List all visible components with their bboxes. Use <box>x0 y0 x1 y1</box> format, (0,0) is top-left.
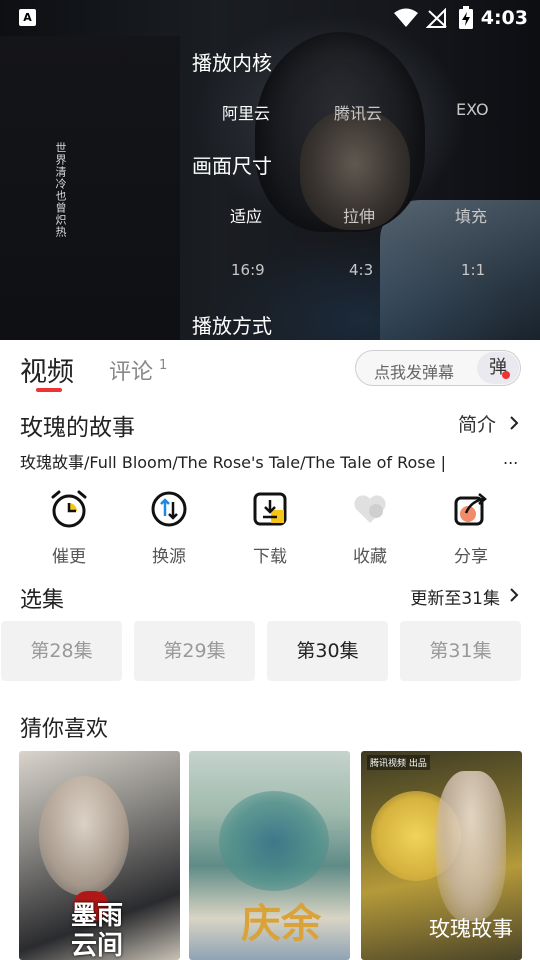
show-alias: 玫瑰故事/Full Bloom/The Rose's Tale/The Tale… <box>20 453 446 472</box>
kernel-section-title: 播放内核 <box>192 51 272 75</box>
tab-video[interactable]: 视频 <box>20 350 74 389</box>
tab-active-indicator <box>36 388 62 392</box>
comment-count: 1 <box>159 358 168 373</box>
action-label: 分享 <box>454 547 488 567</box>
poster-figure-shape <box>39 776 129 896</box>
episode-item[interactable]: 第31集 <box>400 621 521 681</box>
intro-label: 简介 <box>457 414 496 436</box>
app-notification-icon: A <box>19 9 36 26</box>
video-vertical-caption: 世界清冷也曾炽热 <box>54 142 67 238</box>
ratio-option-16-9[interactable]: 16:9 <box>231 261 265 279</box>
poster-figure-shape <box>219 791 329 891</box>
download-button[interactable]: 下载 <box>230 485 310 567</box>
poster-title: 庆余年 <box>241 901 321 960</box>
poster-card[interactable]: 腾讯视频 出品 玫瑰故事 <box>361 751 522 960</box>
status-time: 4:03 <box>480 7 528 29</box>
ratio-option-4-3[interactable]: 4:3 <box>349 261 373 279</box>
size-option-fill[interactable]: 填充 <box>455 203 487 227</box>
episode-item[interactable]: 第29集 <box>134 621 255 681</box>
poster-badge: 腾讯视频 出品 <box>367 755 430 770</box>
danmu-check-icon <box>502 371 510 379</box>
action-label: 收藏 <box>353 547 387 567</box>
action-label: 换源 <box>152 547 186 567</box>
intro-link[interactable]: 简介 <box>458 410 520 437</box>
play-mode-section-title: 播放方式 <box>192 314 272 338</box>
video-left-panel: 世界清冷也曾炽热 <box>0 36 180 340</box>
video-player[interactable]: 世界清冷也曾炽热 A 4:03 播放内核 阿里云 腾讯云 EXO 画面尺寸 适应… <box>0 0 540 340</box>
battery-charging-icon <box>459 6 473 29</box>
show-title: 玫瑰的故事 <box>20 415 135 441</box>
remind-update-button[interactable]: 催更 <box>29 485 109 567</box>
heart-icon <box>350 489 390 529</box>
action-label: 催更 <box>52 547 86 567</box>
danmu-placeholder: 点我发弹幕 <box>374 363 455 382</box>
episode-item-current[interactable]: 第30集 <box>267 621 388 681</box>
episodes-title: 选集 <box>20 588 65 613</box>
size-option-stretch[interactable]: 拉伸 <box>343 203 375 227</box>
switch-source-button[interactable]: 换源 <box>129 485 209 567</box>
size-section-title: 画面尺寸 <box>192 154 272 178</box>
danmu-toggle-button[interactable]: 弹 <box>477 352 519 384</box>
tabs-row: 视频 评论 1 点我发弹幕 弹 <box>0 340 540 396</box>
alarm-clock-icon <box>49 489 89 529</box>
size-option-fit[interactable]: 适应 <box>230 203 262 227</box>
chevron-right-icon <box>510 416 519 430</box>
episodes-update-link[interactable]: 更新至31集 <box>410 584 500 609</box>
wifi-icon <box>394 8 418 27</box>
no-signal-icon <box>426 8 447 28</box>
poster-title: 墨雨云间 <box>71 901 124 960</box>
action-label: 下载 <box>253 547 287 567</box>
switch-source-icon <box>149 489 189 529</box>
poster-figure-shape <box>436 771 506 921</box>
share-icon <box>451 489 491 529</box>
poster-card[interactable]: 庆余年 <box>189 751 350 960</box>
chevron-right-icon[interactable] <box>508 587 520 603</box>
share-button[interactable]: 分享 <box>431 485 511 567</box>
status-bar: A 4:03 <box>0 0 540 36</box>
poster-card[interactable]: 墨雨云间 <box>19 751 180 960</box>
favorite-button[interactable]: 收藏 <box>330 485 410 567</box>
kernel-option-exo[interactable]: EXO <box>456 100 489 119</box>
alias-ellipsis: ... <box>503 449 519 468</box>
tab-comment[interactable]: 评论 <box>109 354 153 386</box>
action-bar: 催更 换源 下载 收藏 分享 <box>0 485 540 570</box>
recommend-title: 猜你喜欢 <box>20 717 109 742</box>
kernel-option-tencent[interactable]: 腾讯云 <box>334 100 382 124</box>
danmu-input[interactable]: 点我发弹幕 弹 <box>355 350 521 386</box>
kernel-option-aliyun[interactable]: 阿里云 <box>222 100 270 124</box>
episode-item[interactable]: 第28集 <box>1 621 122 681</box>
ratio-option-1-1[interactable]: 1:1 <box>461 261 485 279</box>
download-icon <box>250 489 290 529</box>
poster-title: 玫瑰故事 <box>429 917 513 941</box>
